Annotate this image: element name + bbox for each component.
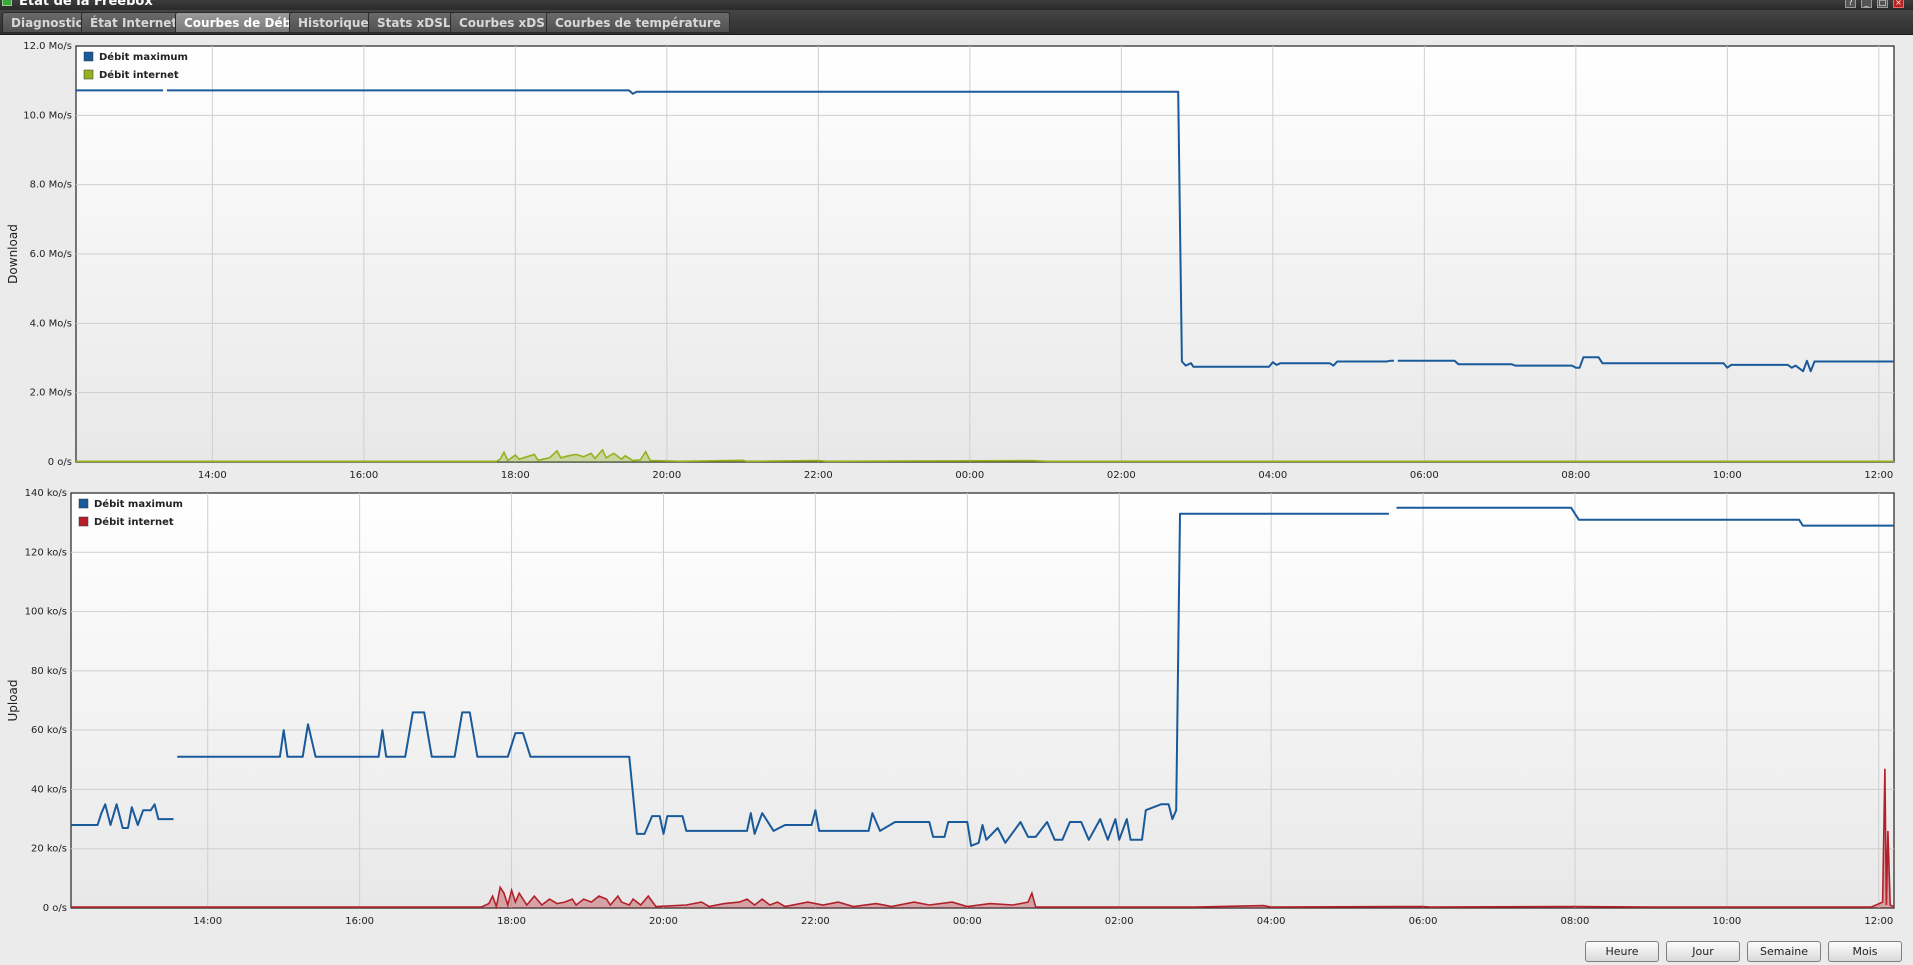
legend-label: Débit maximum — [94, 498, 183, 510]
y-tick-label: 80 ko/s — [31, 666, 67, 677]
x-tick-label: 04:00 — [1257, 916, 1286, 927]
x-tick-label: 06:00 — [1410, 470, 1439, 481]
x-tick-label: 06:00 — [1409, 916, 1438, 927]
x-tick-label: 02:00 — [1105, 916, 1134, 927]
legend-label: Débit internet — [99, 69, 179, 81]
x-tick-label: 08:00 — [1561, 916, 1590, 927]
y-tick-label: 100 ko/s — [25, 607, 67, 618]
x-tick-label: 00:00 — [955, 470, 984, 481]
x-tick-label: 14:00 — [193, 916, 222, 927]
tab-diagnostic[interactable]: Diagnostic — [2, 12, 92, 33]
y-tick-label: 10.0 Mo/s — [23, 110, 72, 121]
y-tick-label: 120 ko/s — [25, 547, 67, 558]
legend-label: Débit internet — [94, 516, 174, 528]
x-tick-label: 20:00 — [652, 470, 681, 481]
close-icon[interactable]: × — [1893, 0, 1904, 8]
x-tick-label: 16:00 — [349, 470, 378, 481]
x-tick-label: 18:00 — [501, 470, 530, 481]
maximize-icon[interactable]: □ — [1877, 0, 1888, 8]
y-tick-label: 12.0 Mo/s — [23, 41, 72, 52]
x-tick-label: 04:00 — [1258, 470, 1287, 481]
hour-button[interactable]: Heure — [1585, 941, 1659, 962]
tab-stats-xdsl[interactable]: Stats xDSL — [368, 12, 460, 33]
y-tick-label: 2.0 Mo/s — [30, 388, 72, 399]
tab-historique[interactable]: Historique — [289, 12, 378, 33]
day-button[interactable]: Jour — [1666, 941, 1740, 962]
legend-swatch — [78, 516, 89, 527]
window-title: État de la Freebox — [19, 0, 153, 9]
plot-area — [70, 492, 1895, 909]
x-tick-label: 10:00 — [1712, 916, 1741, 927]
x-tick-label: 08:00 — [1561, 470, 1590, 481]
y-axis-title: Download — [6, 224, 20, 284]
x-tick-label: 02:00 — [1107, 470, 1136, 481]
download-chart: 0 o/s 2.0 Mo/s 4.0 Mo/s 6.0 Mo/s 8.0 Mo/s 10.… — [6, 41, 1895, 481]
tab-etat-internet[interactable]: État Internet — [81, 12, 187, 33]
y-tick-label: 60 ko/s — [31, 725, 67, 736]
upload-chart: 0 o/s 20 ko/s 40 ko/s 60 ko/s 80 ko/s 100 ko/… — [6, 488, 1895, 927]
minimize-icon[interactable]: _ — [1861, 0, 1872, 8]
legend-swatch — [83, 69, 94, 80]
y-tick-label: 0 o/s — [48, 457, 72, 468]
tab-courbes-xdsl[interactable]: Courbes xDSL — [450, 12, 562, 33]
window-titlebar: État de la Freebox ? _ □ × — [0, 0, 1913, 10]
x-tick-label: 14:00 — [198, 470, 227, 481]
legend-swatch — [83, 51, 94, 62]
y-tick-label: 40 ko/s — [31, 784, 67, 795]
x-tick-label: 16:00 — [345, 916, 374, 927]
app-icon — [2, 0, 12, 6]
y-tick-label: 6.0 Mo/s — [30, 249, 72, 260]
y-axis-title: Upload — [6, 679, 20, 721]
x-tick-label: 22:00 — [801, 916, 830, 927]
y-tick-label: 4.0 Mo/s — [30, 318, 72, 329]
week-button[interactable]: Semaine — [1747, 941, 1821, 962]
legend-swatch — [78, 498, 89, 509]
y-tick-label: 8.0 Mo/s — [30, 180, 72, 191]
legend-label: Débit maximum — [99, 51, 188, 63]
x-tick-label: 22:00 — [804, 470, 833, 481]
x-tick-label: 18:00 — [497, 916, 526, 927]
y-tick-label: 20 ko/s — [31, 844, 67, 855]
x-tick-label: 20:00 — [649, 916, 678, 927]
month-button[interactable]: Mois — [1828, 941, 1902, 962]
tab-courbes-temperature[interactable]: Courbes de température — [546, 12, 730, 33]
help-icon[interactable]: ? — [1845, 0, 1856, 8]
x-tick-label: 12:00 — [1864, 470, 1893, 481]
tab-bar: Diagnostic État Internet Courbes de Débi… — [0, 10, 1913, 35]
y-tick-label: 140 ko/s — [25, 488, 67, 499]
x-tick-label: 10:00 — [1713, 470, 1742, 481]
x-tick-label: 12:00 — [1864, 916, 1893, 927]
x-tick-label: 00:00 — [953, 916, 982, 927]
y-tick-label: 0 o/s — [43, 903, 67, 914]
